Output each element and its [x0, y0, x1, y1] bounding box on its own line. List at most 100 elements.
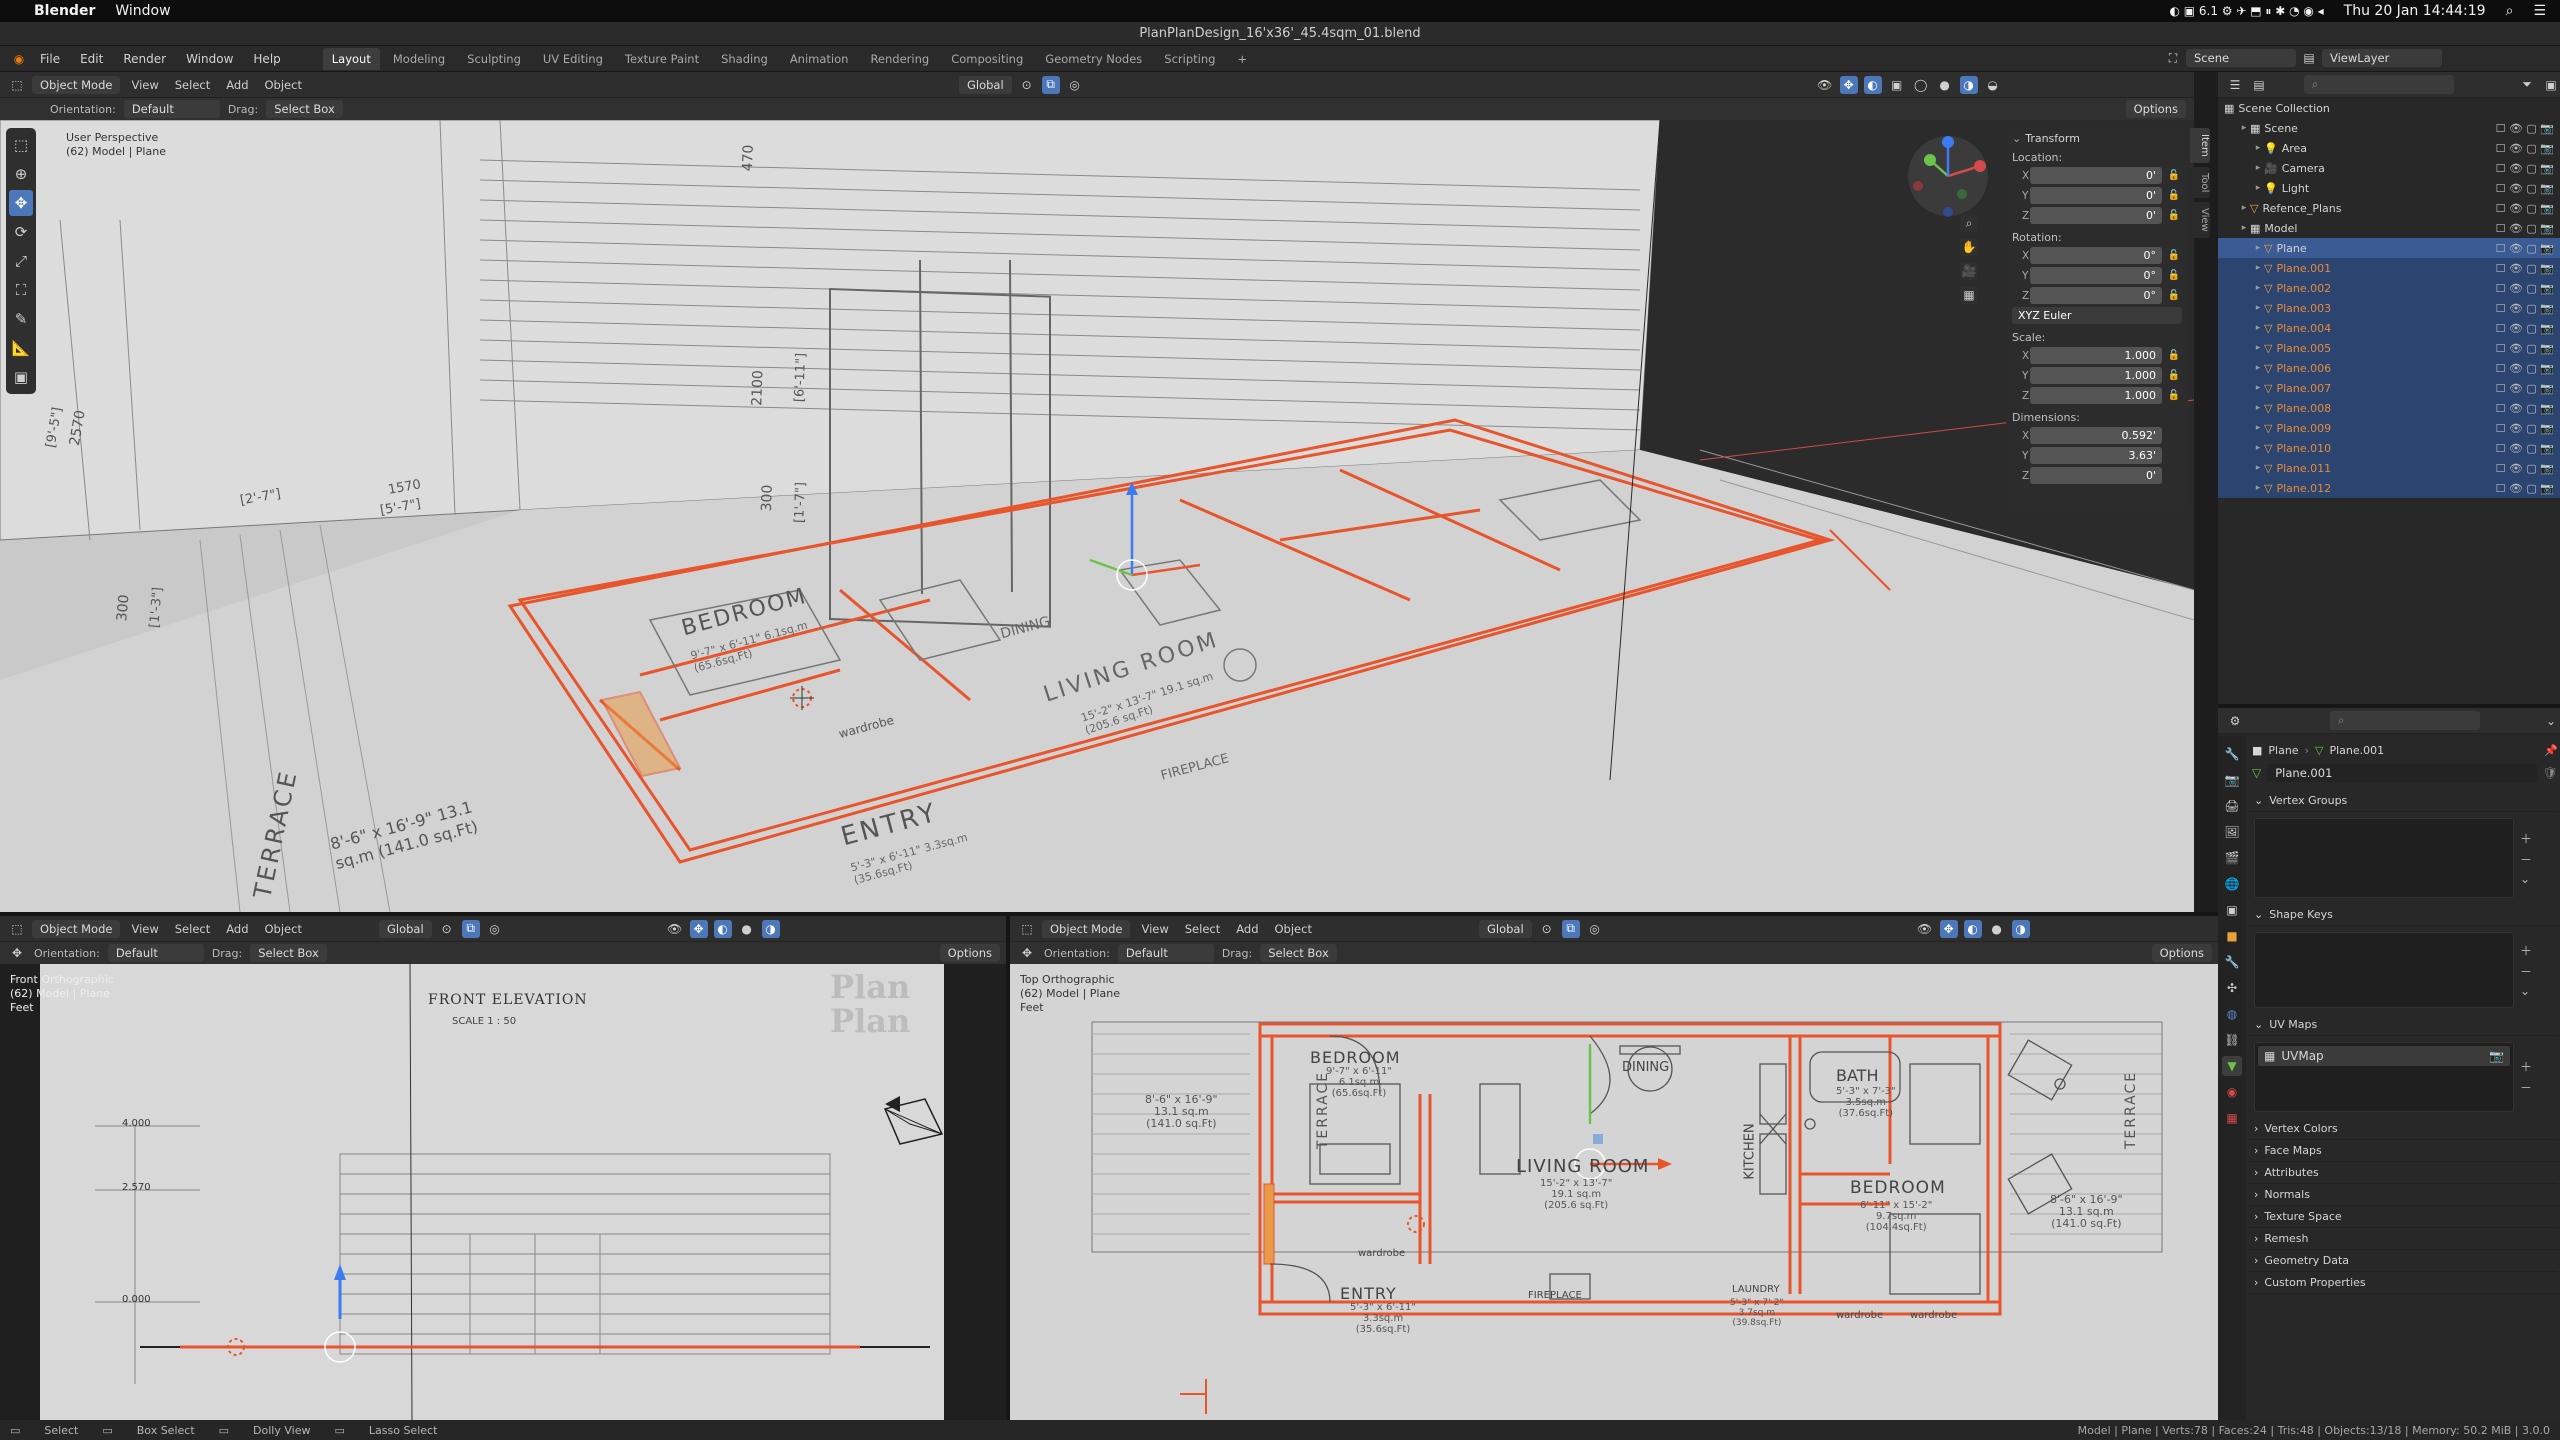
breadcrumb-object[interactable]: Plane [2268, 744, 2298, 757]
visibility-toggles[interactable]: ☐ 👁 ▢ 📷 [2496, 182, 2554, 195]
mode-selector[interactable]: Object Mode [1042, 919, 1131, 938]
vertex-groups-section[interactable]: ⌄ Vertex Groups [2248, 790, 2558, 812]
visibility-toggles[interactable]: ☐ 👁 ▢ 📷 [2496, 242, 2554, 255]
outliner-item[interactable]: ▸ ▦ Scene ☐ 👁 ▢ 📷 [2218, 118, 2560, 138]
options-button[interactable]: Options [939, 944, 1000, 962]
chevron-down-icon[interactable]: ⌄ [2542, 712, 2560, 730]
transform-orientation[interactable]: Global [958, 75, 1012, 94]
snap-icon[interactable]: ⧉ [461, 919, 480, 938]
shading-rendered-icon[interactable]: ◒ [1984, 76, 2002, 94]
expand-arrow-icon[interactable]: ▸ [2252, 323, 2264, 333]
outliner-root[interactable]: ▦ Scene Collection [2218, 98, 2560, 118]
drag-dropdown[interactable]: Select Box [250, 944, 327, 962]
outliner-search-input[interactable]: ⌕ [2304, 75, 2454, 94]
uv-maps-list[interactable]: ▦ UVMap 📷 [2254, 1042, 2514, 1112]
outliner-item[interactable]: ▸ ▽ Plane.004 ☐ 👁 ▢ 📷 [2218, 318, 2560, 338]
menu-add[interactable]: Add [1231, 922, 1263, 936]
menu-file[interactable]: File [32, 50, 68, 68]
shading-material-icon[interactable]: ◑ [761, 919, 780, 938]
add-workspace-button[interactable]: + [1228, 48, 1256, 70]
scene-tab-icon[interactable]: 🎬 [2222, 848, 2242, 868]
outliner-item[interactable]: ▸ ▽ Plane ☐ 👁 ▢ 📷 [2218, 238, 2560, 258]
visibility-toggles[interactable]: ☐ 👁 ▢ 📷 [2496, 282, 2554, 295]
visibility-toggles[interactable]: ☐ 👁 ▢ 📷 [2496, 162, 2554, 175]
select-box-tool-icon[interactable]: ⬚ [9, 132, 33, 158]
pivot-icon[interactable]: ⊙ [438, 920, 456, 938]
visibility-toggles[interactable]: ☐ 👁 ▢ 📷 [2496, 202, 2554, 215]
expand-arrow-icon[interactable]: ▸ [2252, 263, 2264, 273]
shading-material-icon[interactable]: ◑ [2011, 919, 2030, 938]
menu-window[interactable]: Window [178, 50, 241, 68]
display-mode-icon[interactable]: ▤ [2250, 76, 2268, 94]
rotation-mode-dropdown[interactable]: XYZ Euler [2012, 307, 2182, 324]
remove-icon[interactable]: － [2520, 963, 2532, 980]
chevron-down-icon[interactable]: ⌄ [2520, 984, 2532, 998]
shading-solid-icon[interactable]: ● [1936, 76, 1954, 94]
add-cube-tool-icon[interactable]: ▣ [9, 364, 33, 390]
lock-icon[interactable]: 🔓 [2166, 210, 2182, 221]
editor-type-icon[interactable]: ⬚ [8, 920, 26, 938]
expand-arrow-icon[interactable]: ▸ [2252, 143, 2264, 153]
gizmo-toggle-icon[interactable]: ✥ [1939, 919, 1958, 938]
dimensions-y-field[interactable]: 3.63' [2030, 447, 2162, 464]
visibility-icon[interactable]: 👁 [1816, 76, 1834, 94]
menu-help[interactable]: Help [245, 50, 288, 68]
menu-select[interactable]: Select [1180, 922, 1225, 936]
blender-logo-icon[interactable]: ◉ [10, 50, 28, 68]
visibility-toggles[interactable]: ☐ 👁 ▢ 📷 [2496, 362, 2554, 375]
menu-edit[interactable]: Edit [72, 50, 111, 68]
tab-sculpting[interactable]: Sculpting [458, 48, 530, 70]
collapsed-section[interactable]: › Vertex Colors [2248, 1118, 2558, 1140]
expand-arrow-icon[interactable]: ▸ [2252, 423, 2264, 433]
world-tab-icon[interactable]: 🌐 [2222, 874, 2242, 894]
cursor-tool-icon[interactable]: ⊕ [9, 161, 33, 187]
outliner-item[interactable]: ▸ ▽ Plane.001 ☐ 👁 ▢ 📷 [2218, 258, 2560, 278]
lock-icon[interactable]: 🔓 [2166, 370, 2182, 381]
drag-dropdown[interactable]: Select Box [1260, 944, 1337, 962]
expand-arrow-icon[interactable]: ▸ [2252, 363, 2264, 373]
remove-icon[interactable]: － [2520, 851, 2532, 868]
expand-arrow-icon[interactable]: ▸ [2238, 223, 2250, 233]
orientation-dropdown[interactable]: Default [123, 100, 220, 118]
rotate-tool-icon[interactable]: ⟳ [9, 219, 33, 245]
tab-layout[interactable]: Layout [322, 47, 380, 70]
transform-tool-icon[interactable]: ⛶ [9, 277, 33, 303]
overlay-toggle-icon[interactable]: ◐ [1863, 75, 1882, 94]
editor-type-icon[interactable]: ⬚ [8, 76, 26, 94]
rotation-z-field[interactable]: 0° [2030, 287, 2162, 304]
outliner-item[interactable]: ▸ ▽ Plane.010 ☐ 👁 ▢ 📷 [2218, 438, 2560, 458]
properties-search-input[interactable]: ⌕ [2330, 711, 2480, 730]
remove-icon[interactable]: － [2520, 1079, 2532, 1096]
expand-arrow-icon[interactable]: ▸ [2252, 343, 2264, 353]
scale-z-field[interactable]: 1.000 [2030, 387, 2162, 404]
shading-solid-icon[interactable]: ● [738, 920, 756, 938]
pin-icon[interactable]: 📌 [2544, 744, 2558, 757]
tab-texture-paint[interactable]: Texture Paint [616, 48, 708, 70]
proportional-edit-icon[interactable]: ◎ [1586, 920, 1604, 938]
view-layer-tab-icon[interactable]: 🖼 [2222, 822, 2242, 842]
lock-icon[interactable]: 🔓 [2166, 350, 2182, 361]
shading-wireframe-icon[interactable]: ◯ [1912, 76, 1930, 94]
new-collection-icon[interactable]: ▣ [2542, 76, 2560, 94]
object-tab-icon[interactable]: ■ [2222, 926, 2242, 946]
overlay-toggle-icon[interactable]: ◐ [713, 919, 732, 938]
menu-add[interactable]: Add [221, 922, 253, 936]
expand-arrow-icon[interactable]: ▸ [2252, 243, 2264, 253]
visibility-toggles[interactable]: ☐ 👁 ▢ 📷 [2496, 342, 2554, 355]
lock-icon[interactable]: 🔓 [2166, 190, 2182, 201]
collapsed-section[interactable]: › Normals [2248, 1184, 2558, 1206]
menu-view[interactable]: View [126, 78, 163, 92]
rotation-y-field[interactable]: 0° [2030, 267, 2162, 284]
location-y-field[interactable]: 0' [2030, 187, 2162, 204]
outliner-item[interactable]: ▸ ▽ Plane.012 ☐ 👁 ▢ 📷 [2218, 478, 2560, 498]
camera-object[interactable] [880, 1094, 950, 1154]
clock[interactable]: Thu 20 Jan 14:44:19 [2344, 3, 2486, 19]
properties-editor-icon[interactable]: ⚙ [2226, 712, 2244, 730]
pivot-icon[interactable]: ⊙ [1018, 76, 1036, 94]
menu-add[interactable]: Add [221, 78, 253, 92]
tab-animation[interactable]: Animation [781, 48, 858, 70]
physics-tab-icon[interactable]: ◍ [2222, 1004, 2242, 1024]
snap-icon[interactable]: ⧉ [1561, 919, 1580, 938]
camera-view-icon[interactable]: 🎥 [1960, 262, 1978, 280]
collapsed-section[interactable]: › Face Maps [2248, 1140, 2558, 1162]
